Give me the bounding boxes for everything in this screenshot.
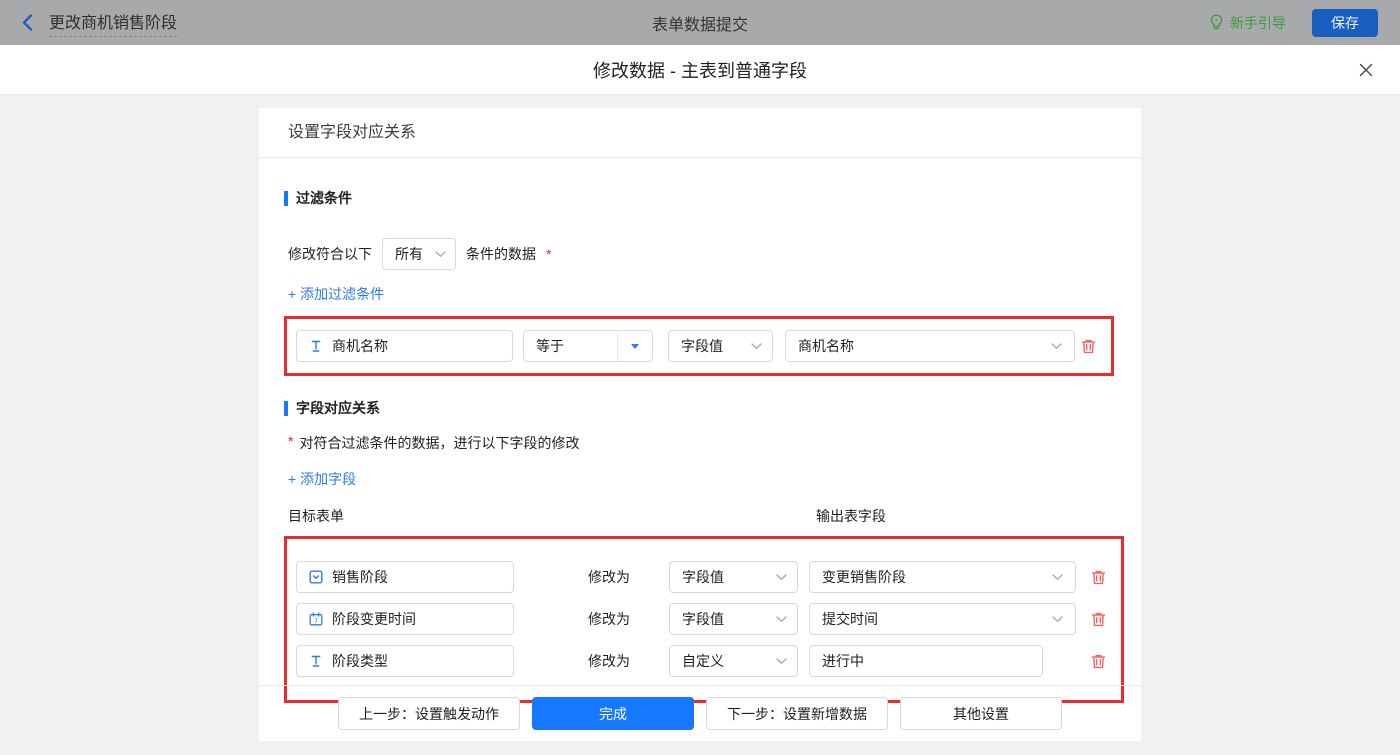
date-field-icon: 7 [309, 612, 323, 626]
chevron-down-icon [751, 343, 762, 350]
filter-field-display[interactable]: 商机名称 [296, 330, 513, 362]
done-button[interactable]: 完成 [532, 697, 694, 730]
settings-card: 设置字段对应关系 过滤条件 修改符合以下 所有 条件的数据 * + 添加过滤条件 [259, 108, 1141, 741]
guide-label: 新手引导 [1230, 13, 1286, 33]
modify-label: 修改为 [588, 651, 644, 671]
condition-sentence: 修改符合以下 所有 条件的数据 * [284, 238, 1116, 270]
close-button[interactable] [1358, 62, 1374, 78]
mapping-annotation-box: 销售阶段 修改为 字段值 变更销售阶段 [284, 536, 1124, 703]
value-type-select[interactable]: 自定义 [669, 645, 798, 677]
value-type-select[interactable]: 字段值 [669, 603, 798, 635]
filter-annotation-box: 商机名称 等于 字段值 商机名称 [284, 316, 1114, 376]
mapping-row: 7 阶段变更时间 修改为 字段值 提交时间 [296, 603, 1112, 635]
other-settings-button[interactable]: 其他设置 [900, 697, 1062, 730]
guide-button[interactable]: 新手引导 [1209, 13, 1286, 33]
filter-section-heading: 过滤条件 [284, 188, 1116, 208]
card-body: 过滤条件 修改符合以下 所有 条件的数据 * + 添加过滤条件 [259, 188, 1141, 703]
svg-text:7: 7 [314, 617, 318, 625]
filter-value-select[interactable]: 商机名称 [785, 330, 1075, 362]
trash-icon [1080, 343, 1097, 358]
caret-down-icon [618, 344, 652, 349]
trash-icon [1090, 658, 1107, 673]
mapping-row: 销售阶段 修改为 字段值 变更销售阶段 [296, 561, 1112, 593]
page-title: 表单数据提交 [652, 11, 748, 35]
condition-row: 商机名称 等于 字段值 商机名称 [296, 330, 1102, 362]
add-filter-link[interactable]: + 添加过滤条件 [284, 284, 384, 304]
delete-mapping-button[interactable] [1090, 569, 1107, 586]
topbar-actions: 新手引导 保存 [1209, 9, 1378, 37]
required-asterisk: * [546, 246, 551, 262]
trash-icon [1090, 574, 1107, 589]
sentence-prefix: 修改符合以下 [288, 244, 372, 264]
modal-body: 设置字段对应关系 过滤条件 修改符合以下 所有 条件的数据 * + 添加过滤条件 [0, 95, 1400, 755]
delete-condition-button[interactable] [1080, 338, 1097, 355]
output-field-label: 输出表字段 [816, 506, 886, 526]
card-title: 设置字段对应关系 [259, 108, 1141, 158]
add-field-link[interactable]: + 添加字段 [284, 469, 356, 489]
mapping-field-name: 阶段变更时间 [332, 609, 416, 629]
filter-heading-label: 过滤条件 [296, 188, 352, 208]
custom-value-input[interactable] [809, 645, 1043, 677]
mapping-heading-label: 字段对应关系 [296, 398, 380, 418]
mapping-field-display[interactable]: 销售阶段 [296, 561, 514, 593]
mapping-field-display[interactable]: 7 阶段变更时间 [296, 603, 514, 635]
mapping-value-select[interactable]: 变更销售阶段 [809, 561, 1076, 593]
mapping-value-select[interactable]: 提交时间 [809, 603, 1076, 635]
chevron-down-icon [776, 574, 787, 581]
chevron-down-icon [1051, 343, 1062, 350]
prev-step-button[interactable]: 上一步：设置触发动作 [338, 697, 520, 730]
sentence-suffix: 条件的数据 [466, 244, 536, 264]
operator-value: 等于 [524, 336, 617, 356]
save-button[interactable]: 保存 [1312, 9, 1378, 37]
section-bar [284, 191, 288, 206]
value-type-value: 字段值 [681, 336, 723, 356]
chevron-down-icon [435, 251, 446, 258]
value-type-select[interactable]: 字段值 [669, 561, 798, 593]
mapping-field-display[interactable]: 阶段类型 [296, 645, 514, 677]
filter-field-name: 商机名称 [332, 336, 388, 356]
chevron-down-icon [1052, 616, 1063, 623]
target-form-label: 目标表单 [288, 506, 344, 526]
column-headers: 目标表单 输出表字段 [284, 506, 1116, 524]
value-type-select[interactable]: 字段值 [668, 330, 773, 362]
operator-select[interactable]: 等于 [523, 330, 653, 362]
back-button[interactable] [22, 14, 33, 31]
delete-mapping-button[interactable] [1090, 653, 1107, 670]
mapping-description: * 对符合过滤条件的数据，进行以下字段的修改 [284, 433, 1116, 453]
match-mode-value: 所有 [395, 244, 423, 264]
mapping-field-name: 阶段类型 [332, 651, 388, 671]
topbar: 更改商机销售阶段 表单数据提交 新手引导 保存 [0, 0, 1400, 45]
filter-value: 商机名称 [798, 336, 854, 356]
workflow-title[interactable]: 更改商机销售阶段 [49, 9, 177, 37]
text-field-icon [309, 654, 323, 668]
close-icon [1358, 66, 1374, 81]
mapping-field-name: 销售阶段 [332, 567, 388, 587]
modal-title: 修改数据 - 主表到普通字段 [593, 57, 807, 83]
chevron-down-icon [1052, 574, 1063, 581]
delete-mapping-button[interactable] [1090, 611, 1107, 628]
match-mode-select[interactable]: 所有 [382, 238, 456, 270]
mapping-row: 阶段类型 修改为 自定义 [296, 645, 1112, 677]
modify-label: 修改为 [588, 567, 644, 587]
chevron-down-icon [776, 616, 787, 623]
mapping-value: 提交时间 [822, 609, 878, 629]
text-field-icon [309, 339, 323, 353]
modal-header: 修改数据 - 主表到普通字段 [0, 45, 1400, 95]
mapping-value: 变更销售阶段 [822, 567, 906, 587]
modal-footer: 上一步：设置触发动作 完成 下一步：设置新增数据 其他设置 [259, 685, 1141, 741]
lightbulb-icon [1209, 14, 1224, 31]
trash-icon [1090, 616, 1107, 631]
mapping-section-heading: 字段对应关系 [284, 398, 1116, 418]
section-bar [284, 401, 288, 416]
mapping-description-text: 对符合过滤条件的数据，进行以下字段的修改 [299, 433, 579, 453]
required-asterisk: * [288, 433, 293, 449]
chevron-left-icon [22, 14, 33, 31]
value-type-value: 自定义 [682, 651, 724, 671]
chevron-down-icon [776, 658, 787, 665]
modify-label: 修改为 [588, 609, 644, 629]
value-type-value: 字段值 [682, 567, 724, 587]
value-type-value: 字段值 [682, 609, 724, 629]
select-field-icon [309, 570, 323, 584]
next-step-button[interactable]: 下一步：设置新增数据 [706, 697, 888, 730]
